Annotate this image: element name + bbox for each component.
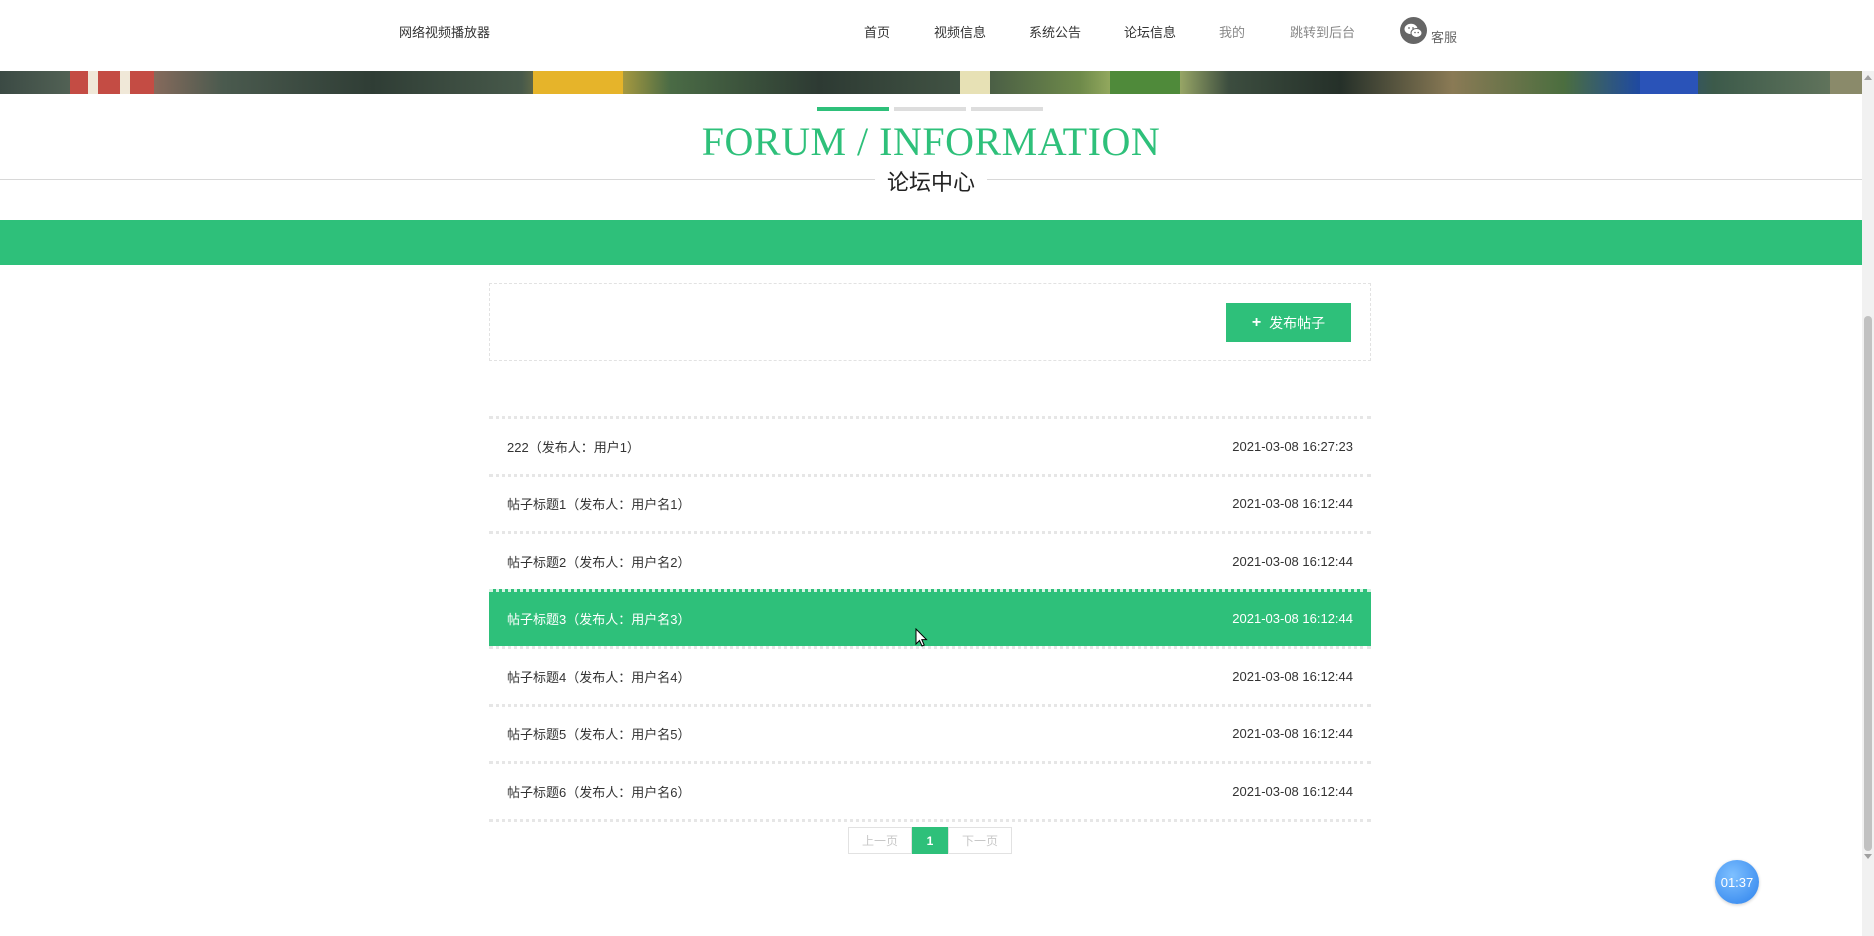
- top-navigation: 网络视频播放器 首页 视频信息 系统公告 论坛信息 我的 跳转到后台 客服: [0, 0, 1862, 71]
- post-time: 2021-03-08 16:12:44: [1232, 553, 1353, 569]
- nav-item-admin[interactable]: 跳转到后台: [1290, 22, 1355, 41]
- post-time: 2021-03-08 16:12:44: [1232, 496, 1353, 512]
- post-row[interactable]: 帖子标题4（发布人：用户名4） 2021-03-08 16:12:44: [489, 646, 1371, 704]
- next-page-button[interactable]: 下一页: [948, 827, 1012, 854]
- scroll-thumb[interactable]: [1864, 316, 1872, 851]
- slider-dot-2[interactable]: [894, 107, 966, 111]
- post-title: 帖子标题3（发布人：用户名3）: [507, 612, 691, 628]
- support-label: 客服: [1431, 30, 1458, 45]
- banner-image: [0, 71, 1862, 94]
- post-time: 2021-03-08 16:12:44: [1232, 726, 1353, 742]
- section-title-cn-wrap: 论坛中心: [0, 165, 1862, 197]
- section-title-cn: 论坛中心: [874, 165, 987, 197]
- post-row[interactable]: 222（发布人：用户1） 2021-03-08 16:27:23: [489, 416, 1371, 474]
- post-row-hovered[interactable]: 帖子标题3（发布人：用户名3） 2021-03-08 16:12:44: [489, 588, 1371, 646]
- post-row[interactable]: 帖子标题1（发布人：用户名1） 2021-03-08 16:12:44: [489, 473, 1371, 532]
- page-scrollbar[interactable]: [1862, 71, 1874, 936]
- prev-page-button[interactable]: 上一页: [848, 827, 912, 854]
- post-title: 帖子标题4（发布人：用户名4）: [507, 669, 691, 685]
- post-row[interactable]: 帖子标题5（发布人：用户名5） 2021-03-08 16:12:44: [489, 703, 1371, 762]
- slider-indicator: [0, 107, 1874, 113]
- slider-dot-1[interactable]: [817, 107, 889, 111]
- post-row[interactable]: 帖子标题6（发布人：用户名6） 2021-03-08 16:12:44: [489, 761, 1371, 819]
- nav-item-announcements[interactable]: 系统公告: [1029, 22, 1081, 41]
- page-number-current[interactable]: 1: [912, 827, 948, 854]
- wechat-icon: [1400, 17, 1427, 44]
- post-title: 帖子标题5（发布人：用户名5）: [507, 727, 691, 743]
- scroll-up-icon[interactable]: [1864, 75, 1872, 80]
- post-title: 帖子标题2（发布人：用户名2）: [507, 554, 691, 570]
- nav-item-videos[interactable]: 视频信息: [934, 22, 986, 41]
- slider-dot-3[interactable]: [971, 107, 1043, 111]
- section-title-en: FORUM / INFORMATION: [701, 119, 1161, 164]
- post-row[interactable]: 帖子标题2（发布人：用户名2） 2021-03-08 16:12:44: [489, 531, 1371, 589]
- main-nav: 首页 视频信息 系统公告 论坛信息 我的 跳转到后台: [0, 22, 1862, 42]
- post-time: 2021-03-08 16:27:23: [1232, 438, 1353, 454]
- pagination: 上一页 1 下一页: [848, 827, 1012, 854]
- nav-item-mine[interactable]: 我的: [1219, 22, 1245, 41]
- post-title: 帖子标题6（发布人：用户名6）: [507, 784, 691, 800]
- plus-icon: +: [1251, 313, 1262, 331]
- floating-timer-badge[interactable]: 01:37: [1715, 860, 1759, 904]
- post-list-end-divider: [489, 818, 1371, 822]
- publish-post-label: 发布帖子: [1269, 314, 1326, 331]
- nav-item-home[interactable]: 首页: [864, 22, 890, 41]
- post-list: 222（发布人：用户1） 2021-03-08 16:27:23 帖子标题1（发…: [489, 416, 1371, 822]
- post-title: 帖子标题1（发布人：用户名1）: [507, 497, 691, 513]
- mouse-cursor-icon: [915, 628, 928, 647]
- nav-item-forum[interactable]: 论坛信息: [1124, 22, 1176, 41]
- forum-toolbar: + 发布帖子: [489, 283, 1371, 361]
- post-time: 2021-03-08 16:12:44: [1232, 611, 1353, 627]
- post-time: 2021-03-08 16:12:44: [1232, 783, 1353, 799]
- post-title: 222（发布人：用户1）: [507, 439, 640, 455]
- publish-post-button[interactable]: + 发布帖子: [1226, 303, 1351, 342]
- scroll-down-icon[interactable]: [1864, 854, 1872, 859]
- post-time: 2021-03-08 16:12:44: [1232, 668, 1353, 684]
- green-band: [0, 220, 1862, 265]
